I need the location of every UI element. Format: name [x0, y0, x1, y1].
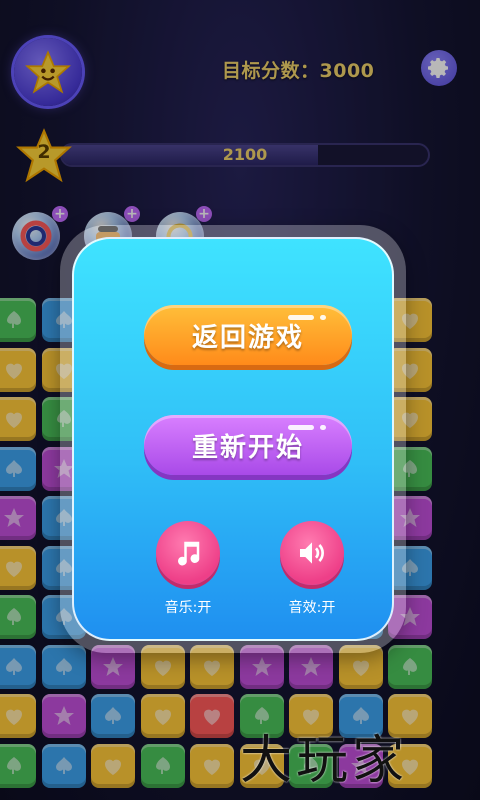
- resume-game-label: 返回游戏: [191, 322, 304, 353]
- sound-toggle-label: 音效:开: [288, 600, 336, 616]
- watermark: 大玩家: [240, 731, 409, 791]
- pause-dialog: 返回游戏 重新开始 音乐:开 音效:开: [60, 225, 406, 653]
- restart-game-button[interactable]: 重新开始: [144, 415, 352, 475]
- music-toggle-label: 音乐:开: [164, 600, 212, 616]
- restart-game-label: 重新开始: [191, 432, 304, 463]
- sound-toggle-button[interactable]: [280, 521, 344, 585]
- resume-game-button[interactable]: 返回游戏: [144, 305, 352, 365]
- music-note-icon: [178, 541, 200, 566]
- speaker-icon: [300, 542, 324, 564]
- pause-dialog-panel: 返回游戏 重新开始 音乐:开 音效:开: [72, 237, 394, 641]
- music-toggle-button[interactable]: [156, 521, 220, 585]
